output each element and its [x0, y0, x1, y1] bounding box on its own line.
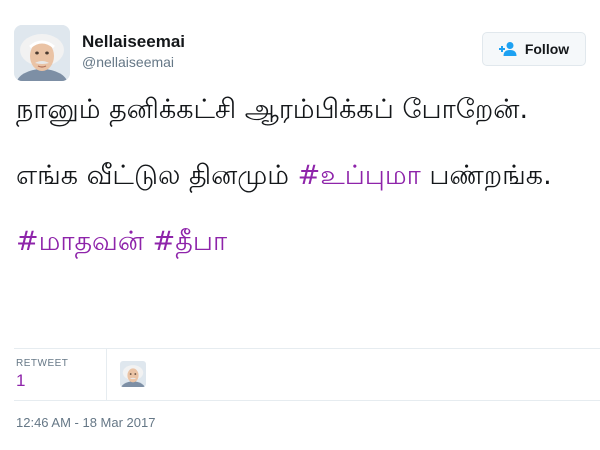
tweet-paragraph-2: எங்க வீட்டுல தினமும் #உப்புமா பண்றங்க.: [16, 159, 586, 192]
retweeter-avatar[interactable]: [120, 361, 146, 387]
avatar[interactable]: [14, 25, 70, 81]
tweet-text: நானும் தனிக்கட்சி ஆரம்பிக்கப் போறேன். எங…: [16, 93, 586, 291]
tweet-text-segment: எங்க வீட்டுல தினமும்: [16, 160, 298, 191]
follow-label: Follow: [524, 41, 570, 57]
tweet-timestamp[interactable]: 12:46 AM - 18 Mar 2017: [16, 415, 155, 430]
retweet-count[interactable]: 1: [16, 371, 25, 391]
tweet-stats: RETWEET 1: [14, 348, 600, 401]
tweet-text-segment: பண்றங்க.: [420, 160, 552, 191]
screen-name[interactable]: @nellaiseemai: [82, 53, 185, 71]
tweet-header: Nellaiseemai @nellaiseemai Follow: [14, 22, 586, 82]
avatar-portrait-icon: [14, 25, 70, 81]
tweet-paragraph-1: நானும் தனிக்கட்சி ஆரம்பிக்கப் போறேன்.: [16, 94, 529, 125]
display-name[interactable]: Nellaiseemai: [82, 32, 185, 52]
hashtag-deepa[interactable]: #தீபா: [153, 226, 227, 257]
retweet-label: RETWEET: [16, 358, 69, 369]
user-names: Nellaiseemai @nellaiseemai: [82, 32, 185, 71]
add-person-icon: [498, 41, 519, 57]
tweet-card: Nellaiseemai @nellaiseemai Follow நானும்…: [0, 0, 600, 450]
tweet-paragraph-3: #மாதவன் #தீபா: [16, 225, 586, 258]
follow-button[interactable]: Follow: [482, 32, 586, 66]
retweet-stat[interactable]: RETWEET 1: [16, 349, 107, 400]
retweeter-portrait-icon: [120, 361, 146, 387]
hashtag-madhavan[interactable]: #மாதவன்: [16, 226, 144, 257]
hashtag-uppuma[interactable]: #உப்புமா: [298, 160, 421, 191]
